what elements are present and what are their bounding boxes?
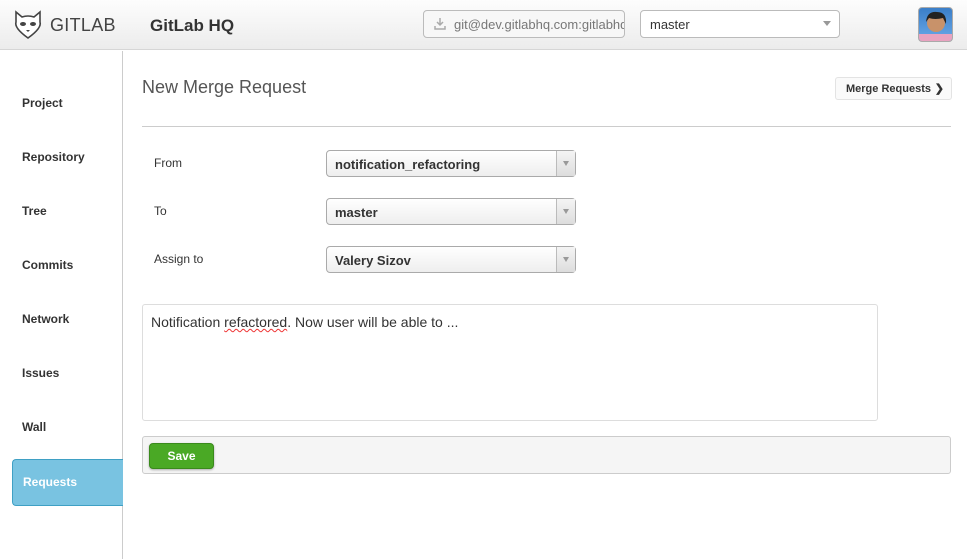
- clone-url: git@dev.gitlabhq.com:gitlabhq.git: [454, 17, 624, 32]
- description-text-rest: . Now user will be able to ...: [287, 314, 459, 330]
- to-value: master: [335, 205, 378, 220]
- user-avatar-icon: [919, 11, 952, 41]
- branch-value: master: [650, 17, 690, 32]
- from-label: From: [154, 156, 182, 170]
- chevron-right-icon: ❯: [934, 83, 944, 95]
- to-branch-select[interactable]: master: [326, 198, 576, 225]
- from-branch-select[interactable]: notification_refactoring: [326, 150, 576, 177]
- page-title: New Merge Request: [142, 77, 307, 97]
- logo-text: GITLAB: [50, 14, 116, 35]
- description-text: Notification: [151, 314, 225, 330]
- divider: [142, 126, 951, 127]
- sidebar-item-issues[interactable]: Issues: [22, 366, 59, 380]
- sidebar-item-repository[interactable]: Repository: [22, 150, 85, 164]
- chevron-down-icon: [823, 21, 831, 26]
- gitlab-logo[interactable]: GITLAB: [12, 10, 116, 40]
- assignee-select[interactable]: Valery Sizov: [326, 246, 576, 273]
- assignee-value: Valery Sizov: [335, 253, 411, 268]
- clone-url-field[interactable]: git@dev.gitlabhq.com:gitlabhq.git: [423, 10, 625, 38]
- cat-logo-icon: [14, 10, 42, 39]
- sidebar-item-tree[interactable]: Tree: [22, 204, 47, 218]
- from-value: notification_refactoring: [335, 157, 481, 172]
- assign-label: Assign to: [154, 252, 204, 266]
- save-button[interactable]: Save: [149, 443, 214, 469]
- sidebar-item-wall[interactable]: Wall: [22, 420, 46, 434]
- merge-requests-label: Merge Requests: [846, 83, 931, 95]
- chevron-down-icon: [563, 257, 569, 262]
- form-actions: Save: [142, 436, 951, 474]
- sidebar: Project Repository Tree Commits Network …: [0, 51, 123, 559]
- sidebar-item-project[interactable]: Project: [22, 96, 63, 110]
- branch-select[interactable]: master: [640, 10, 840, 38]
- sidebar-item-network[interactable]: Network: [22, 312, 69, 326]
- chevron-down-icon: [563, 161, 569, 166]
- to-label: To: [154, 204, 167, 218]
- description-textarea[interactable]: Notification refactored. Now user will b…: [142, 304, 878, 421]
- download-icon: [434, 18, 446, 30]
- chevron-down-icon: [563, 209, 569, 214]
- sidebar-item-requests[interactable]: Requests: [12, 459, 123, 506]
- sidebar-item-commits[interactable]: Commits: [22, 258, 73, 272]
- merge-requests-button[interactable]: Merge Requests ❯: [835, 77, 952, 100]
- top-header: GITLAB GitLab HQ git@dev.gitlabhq.com:gi…: [0, 0, 967, 50]
- project-title[interactable]: GitLab HQ: [150, 16, 234, 36]
- avatar[interactable]: [918, 7, 953, 42]
- misspelled-word: refactored: [224, 314, 288, 330]
